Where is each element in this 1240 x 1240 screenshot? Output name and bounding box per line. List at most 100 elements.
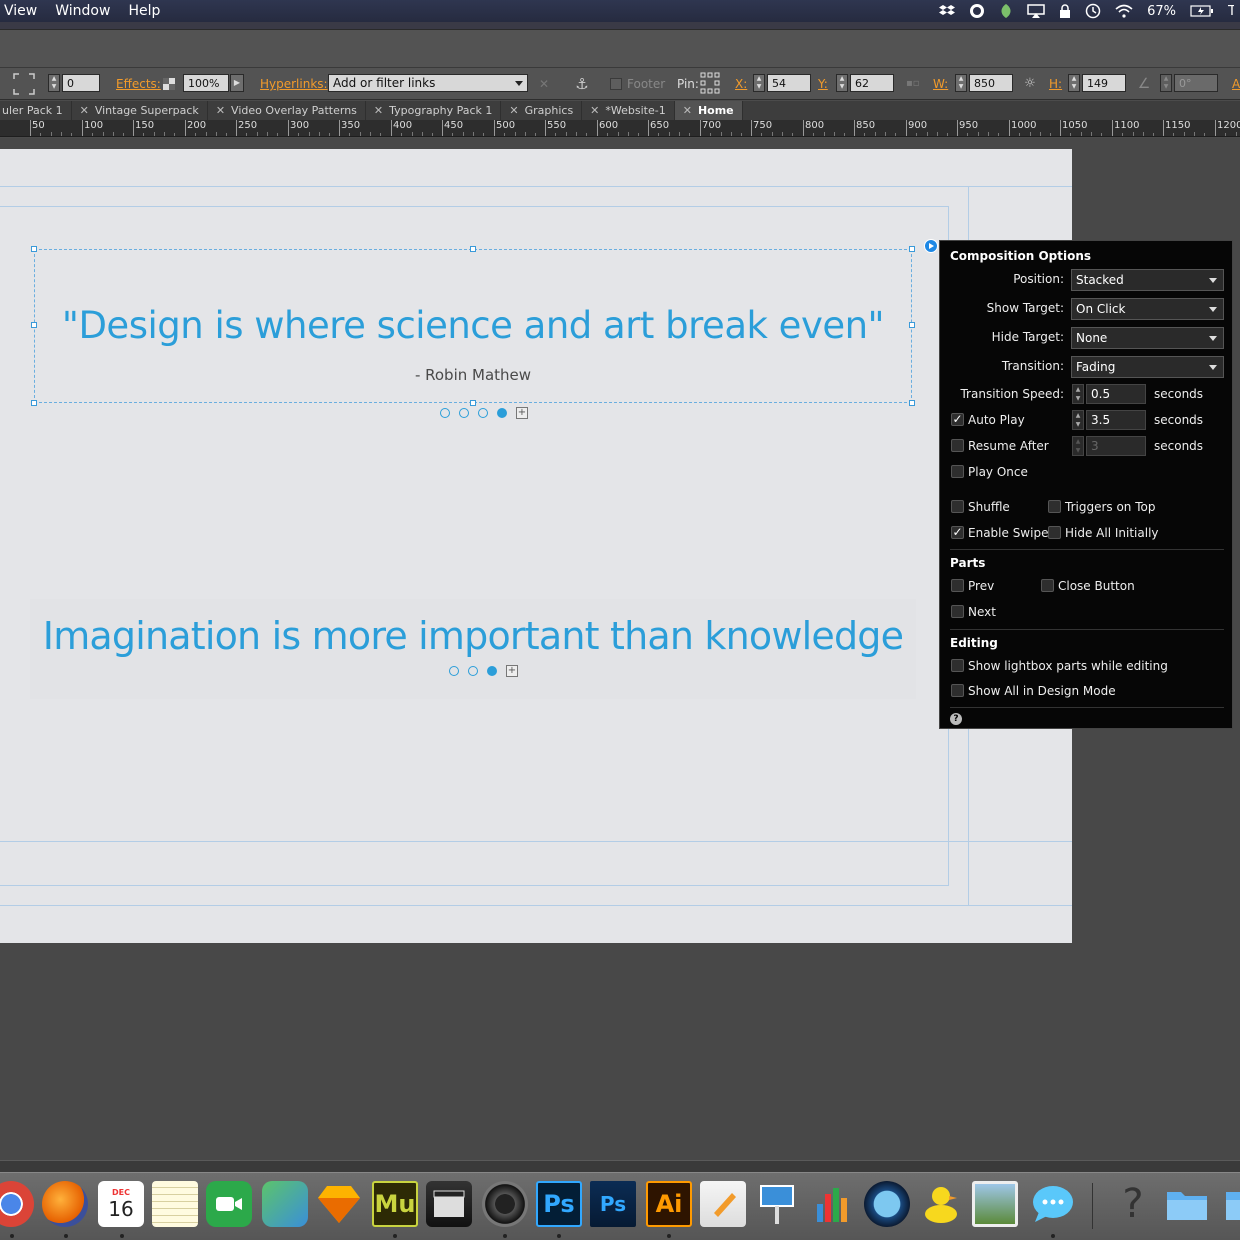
close-icon[interactable]: ✕	[683, 104, 692, 117]
notes-icon[interactable]	[152, 1181, 198, 1227]
auto-play-stepper[interactable]: ▲ ▼	[1072, 410, 1084, 430]
transition-speed-stepper[interactable]: ▲ ▼	[1072, 384, 1084, 404]
tab-website-1[interactable]: ✕ *Website-1	[582, 101, 675, 120]
h-label[interactable]: H:	[1049, 77, 1062, 91]
pages-icon[interactable]	[700, 1181, 746, 1227]
x-label[interactable]: X:	[735, 77, 747, 91]
prev-checkbox[interactable]	[951, 579, 964, 592]
close-icon[interactable]: ✕	[590, 104, 599, 117]
x-stepper[interactable]: ▲ ▼	[753, 74, 765, 92]
scrollbar-track[interactable]	[0, 1160, 1240, 1172]
play-once-checkbox[interactable]	[951, 465, 964, 478]
sync-icon[interactable]	[969, 3, 985, 19]
slide-dot[interactable]	[459, 408, 469, 418]
x-field[interactable]: 54	[767, 74, 811, 92]
sketch-icon[interactable]	[316, 1181, 362, 1227]
angle-field[interactable]: 0°	[1174, 74, 1218, 92]
opacity-field[interactable]: 100%	[183, 74, 229, 92]
h-field[interactable]: 149	[1082, 74, 1126, 92]
calendar-icon[interactable]: DEC 16	[98, 1181, 144, 1227]
numbers-icon[interactable]	[810, 1181, 856, 1227]
resize-handle[interactable]	[470, 400, 476, 406]
w-stepper[interactable]: ▲ ▼	[955, 74, 967, 92]
transition-select[interactable]: Fading	[1071, 356, 1224, 378]
shuffle-checkbox[interactable]	[951, 500, 964, 513]
footer-checkbox[interactable]	[610, 78, 622, 90]
options-toggle-icon[interactable]	[924, 239, 938, 253]
menu-help[interactable]: Help	[119, 0, 169, 22]
triggers-on-top-checkbox[interactable]	[1048, 500, 1061, 513]
chrome-icon[interactable]	[0, 1181, 34, 1227]
close-icon[interactable]: ✕	[216, 104, 225, 117]
add-slide-icon[interactable]: +	[506, 665, 518, 677]
transition-speed-input[interactable]: 0.5	[1086, 384, 1146, 404]
illustrator-icon[interactable]: Ai	[646, 1181, 692, 1227]
tab-graphics[interactable]: ✕ Graphics	[501, 101, 583, 120]
w-label[interactable]: W:	[933, 77, 948, 91]
add-slide-icon[interactable]: +	[516, 407, 528, 419]
firefox-icon[interactable]	[42, 1181, 88, 1227]
auto-play-checkbox[interactable]: ✓	[951, 413, 964, 426]
angle-stepper[interactable]: ▲ ▼	[1160, 74, 1172, 92]
slide-dot[interactable]	[440, 408, 450, 418]
hide-all-initially-checkbox[interactable]	[1048, 526, 1061, 539]
rotation-stepper[interactable]: ▲ ▼	[48, 74, 60, 92]
hyperlinks-dropdown[interactable]: Add or filter links	[328, 74, 528, 92]
folder-icon[interactable]	[1214, 1181, 1240, 1227]
effects-label[interactable]: Effects:	[116, 77, 161, 91]
keynote-icon[interactable]	[754, 1181, 800, 1227]
dropbox-icon[interactable]	[939, 4, 956, 18]
resize-handle[interactable]	[31, 246, 37, 252]
slide-dot-active[interactable]	[497, 408, 507, 418]
tab-video-overlay-patterns[interactable]: ✕ Video Overlay Patterns	[208, 101, 366, 120]
battery-icon[interactable]	[1190, 5, 1214, 17]
hyperlinks-label[interactable]: Hyperlinks:	[260, 77, 328, 91]
photoshop-installer-icon[interactable]: Ps	[590, 1181, 636, 1227]
y-field[interactable]: 62	[850, 74, 894, 92]
slide-dot-active[interactable]	[487, 666, 497, 676]
menu-view[interactable]: View	[0, 0, 46, 22]
preview-icon[interactable]	[972, 1181, 1018, 1227]
slide-dot[interactable]	[468, 666, 478, 676]
slideshow-2[interactable]: Imagination is more important than knowl…	[30, 599, 916, 699]
close-icon[interactable]: ✕	[374, 104, 383, 117]
tab-typography-pack[interactable]: ✕ Typography Pack 1	[366, 101, 502, 120]
maps-icon[interactable]	[262, 1181, 308, 1227]
opacity-arrow[interactable]: ▶	[230, 74, 244, 92]
position-select[interactable]: Stacked	[1071, 269, 1224, 291]
close-button-checkbox[interactable]	[1041, 579, 1054, 592]
folder-icon[interactable]	[1164, 1181, 1210, 1227]
resume-after-input[interactable]: 3	[1086, 436, 1146, 456]
resume-after-stepper[interactable]: ▲ ▼	[1072, 436, 1084, 456]
angle-icon[interactable]: ∠	[1134, 74, 1154, 94]
quicktime-icon[interactable]	[864, 1181, 910, 1227]
resize-handle[interactable]	[909, 246, 915, 252]
quote-author[interactable]: - Robin Mathew	[35, 366, 911, 384]
slide-dot[interactable]	[478, 408, 488, 418]
page-artboard[interactable]: "Design is where science and art break e…	[0, 149, 1072, 943]
messages-icon[interactable]	[1030, 1181, 1076, 1227]
h-stepper[interactable]: ▲ ▼	[1068, 74, 1080, 92]
resize-handle[interactable]	[909, 400, 915, 406]
slide-dot[interactable]	[449, 666, 459, 676]
close-icon[interactable]: ✕	[80, 104, 89, 117]
slideshow-selection-frame[interactable]: "Design is where science and art break e…	[31, 246, 915, 406]
show-lightbox-checkbox[interactable]	[951, 659, 964, 672]
anchor-icon[interactable]: ⚓	[572, 74, 592, 94]
wifi-icon[interactable]	[1115, 4, 1133, 18]
leaf-icon[interactable]	[999, 3, 1013, 19]
quote-text[interactable]: "Design is where science and art break e…	[35, 304, 911, 347]
show-all-design-mode-checkbox[interactable]	[951, 684, 964, 697]
next-checkbox[interactable]	[951, 605, 964, 618]
tab-ruler-pack[interactable]: uler Pack 1	[0, 101, 72, 120]
help-icon[interactable]: ?	[1110, 1181, 1156, 1227]
rotation-field[interactable]: 0	[62, 74, 100, 92]
tab-home[interactable]: ✕ Home	[674, 101, 743, 120]
resize-handle[interactable]	[470, 246, 476, 252]
crop-frame-icon[interactable]	[12, 72, 36, 96]
effects-checker-icon[interactable]	[163, 78, 175, 90]
pin-grid-icon[interactable]	[700, 72, 720, 94]
quote-text[interactable]: Imagination is more important than knowl…	[30, 614, 916, 658]
airplay-icon[interactable]	[1027, 4, 1045, 18]
final-cut-icon[interactable]	[426, 1181, 472, 1227]
